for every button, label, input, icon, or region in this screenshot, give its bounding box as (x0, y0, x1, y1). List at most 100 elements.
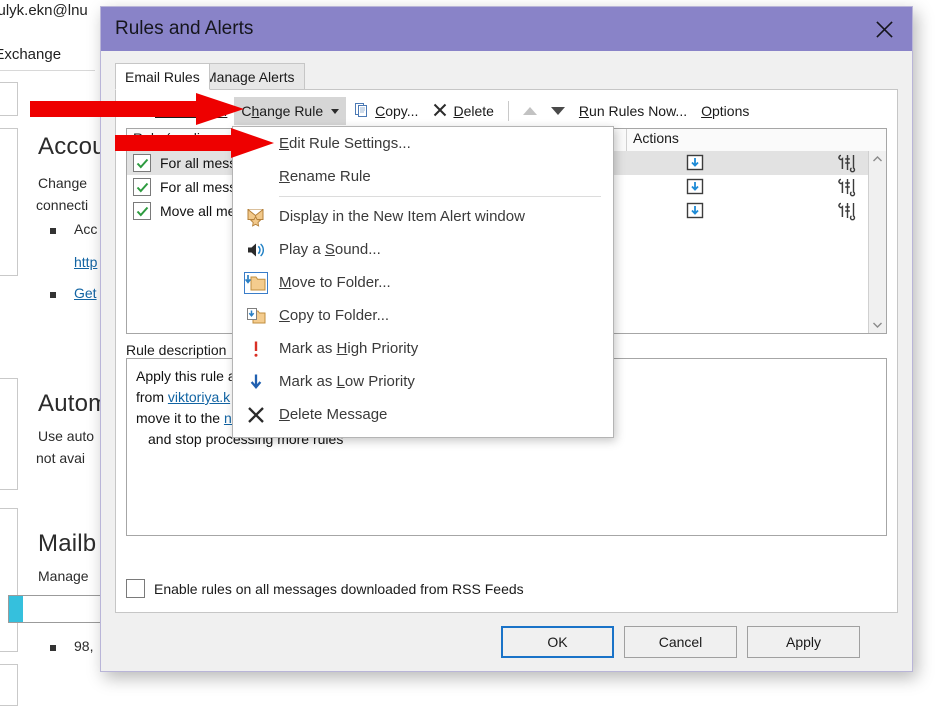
tab-manage-alerts-label: Manage Alerts (205, 69, 295, 85)
background-account-bullet-1: Acc (74, 221, 97, 237)
background-link-http[interactable]: http (74, 254, 97, 270)
menu-item-rename-rule[interactable]: Rename Rule (233, 160, 613, 193)
delete-button[interactable]: Delete (425, 97, 500, 125)
rule-checkbox[interactable] (133, 202, 151, 220)
copy-to-folder-icon-glyph (245, 306, 267, 326)
settings-icon (836, 200, 858, 222)
desc-line3-prefix: move it to the (136, 410, 224, 426)
copy-icon-glyph (353, 101, 370, 118)
menu-separator (279, 196, 601, 197)
move-down-button[interactable] (544, 97, 572, 125)
run-rules-now-button[interactable]: Run Rules Now... (572, 97, 694, 125)
move-to-folder-icon (685, 177, 707, 197)
background-card-extra (0, 664, 18, 706)
delete-x-icon-glyph (432, 102, 448, 118)
move-to-folder-icon-glyph (245, 273, 267, 293)
background-button[interactable] (0, 82, 18, 116)
alert-envelope-icon-glyph (246, 207, 267, 227)
options-label: Options (701, 103, 749, 119)
change-rule-button[interactable]: Change Rule (234, 97, 346, 125)
speaker-icon (233, 241, 279, 259)
rule-name: Move all me (160, 203, 235, 219)
apply-button[interactable]: Apply (747, 626, 860, 658)
desc-line2-prefix: from (136, 389, 168, 405)
background-bullet-2 (50, 292, 56, 298)
menu-item-copy-to-folder[interactable]: Copy to Folder... (233, 299, 613, 332)
apply-button-label: Apply (786, 634, 821, 650)
background-link-get[interactable]: Get (74, 285, 97, 301)
copy-label: Copy... (375, 103, 418, 119)
rule-name: For all mess (160, 179, 236, 195)
menu-item-label: Delete Message (279, 406, 387, 423)
background-account-heading: Accou (38, 133, 106, 161)
row-actions-3 (685, 201, 707, 224)
row-settings-1 (836, 152, 858, 177)
exclamation-icon-glyph (249, 339, 263, 359)
rules-list-scrollbar[interactable] (868, 151, 886, 333)
dialog-title: Rules and Alerts (115, 18, 253, 40)
change-rule-dropdown-menu: Edit Rule Settings... Rename Rule Displa… (232, 126, 614, 438)
cancel-button[interactable]: Cancel (624, 626, 737, 658)
chevron-down-icon[interactable] (869, 316, 886, 333)
menu-item-delete-message[interactable]: Delete Message (233, 398, 613, 431)
down-arrow-icon (233, 372, 279, 392)
row-settings-2 (836, 176, 858, 201)
options-button[interactable]: Options (694, 97, 756, 125)
menu-item-display-new-item-alert[interactable]: Display in the New Item Alert window (233, 200, 613, 233)
menu-item-mark-low-priority[interactable]: Mark as Low Priority (233, 365, 613, 398)
background-mailbox-desc: Manage (38, 568, 89, 584)
annotation-arrow-change-rule (30, 93, 245, 125)
background-bullet-3 (50, 645, 56, 651)
close-icon[interactable] (856, 7, 912, 51)
menu-item-label: Play a Sound... (279, 241, 381, 258)
menu-item-play-a-sound[interactable]: Play a Sound... (233, 233, 613, 266)
background-email-text: kulyk.ekn@lnu (0, 2, 100, 19)
settings-icon (836, 176, 858, 198)
desc-sender-link[interactable]: viktoriya.k (168, 389, 230, 405)
column-header-actions: Actions (627, 129, 886, 151)
menu-item-edit-rule-settings[interactable]: Edit Rule Settings... (233, 127, 613, 160)
background-card-auto (0, 378, 18, 490)
menu-item-label: Rename Rule (279, 168, 371, 185)
tab-email-rules[interactable]: Email Rules (115, 63, 210, 90)
rss-feeds-checkbox[interactable] (126, 579, 145, 598)
chevron-up-icon[interactable] (869, 151, 886, 168)
menu-item-label: Move to Folder... (279, 274, 391, 291)
cancel-button-label: Cancel (659, 634, 703, 650)
rule-checkbox[interactable] (133, 178, 151, 196)
row-actions-1 (685, 153, 707, 176)
rss-feeds-checkbox-row[interactable]: Enable rules on all messages downloaded … (126, 579, 524, 598)
x-icon (233, 405, 279, 425)
run-rules-now-label: Run Rules Now... (579, 103, 687, 119)
background-card-account (0, 128, 18, 276)
move-to-folder-icon (685, 153, 707, 173)
tabstrip: Email Rules Manage Alerts (115, 63, 898, 90)
ok-button[interactable]: OK (501, 626, 614, 658)
move-up-button[interactable] (516, 97, 544, 125)
delete-label: Delete (453, 103, 493, 119)
dialog-footer: OK Cancel Apply (101, 613, 912, 671)
background-auto-desc-2: not avai (36, 450, 85, 466)
copy-icon (353, 101, 370, 121)
alert-envelope-icon (233, 207, 279, 227)
settings-icon (836, 152, 858, 174)
copy-button[interactable]: Copy... (346, 97, 425, 125)
tab-email-rules-label: Email Rules (125, 69, 200, 85)
menu-item-label: Edit Rule Settings... (279, 135, 411, 152)
tab-manage-alerts[interactable]: Manage Alerts (195, 63, 305, 90)
menu-item-mark-high-priority[interactable]: Mark as High Priority (233, 332, 613, 365)
background-bullet-1 (50, 228, 56, 234)
menu-item-move-to-folder[interactable]: Move to Folder... (233, 266, 613, 299)
background-card-mailbox (0, 508, 18, 652)
background-divider (0, 70, 95, 71)
chevron-down-icon (331, 109, 339, 114)
row-settings-3 (836, 200, 858, 225)
delete-x-icon (432, 102, 448, 121)
menu-item-label: Display in the New Item Alert window (279, 208, 525, 225)
close-icon-glyph (875, 20, 894, 39)
move-to-folder-icon (233, 273, 279, 293)
background-exchange-text: t Exchange (0, 46, 106, 63)
check-icon (136, 181, 149, 194)
toolbar-separator (508, 101, 509, 121)
check-icon (136, 205, 149, 218)
